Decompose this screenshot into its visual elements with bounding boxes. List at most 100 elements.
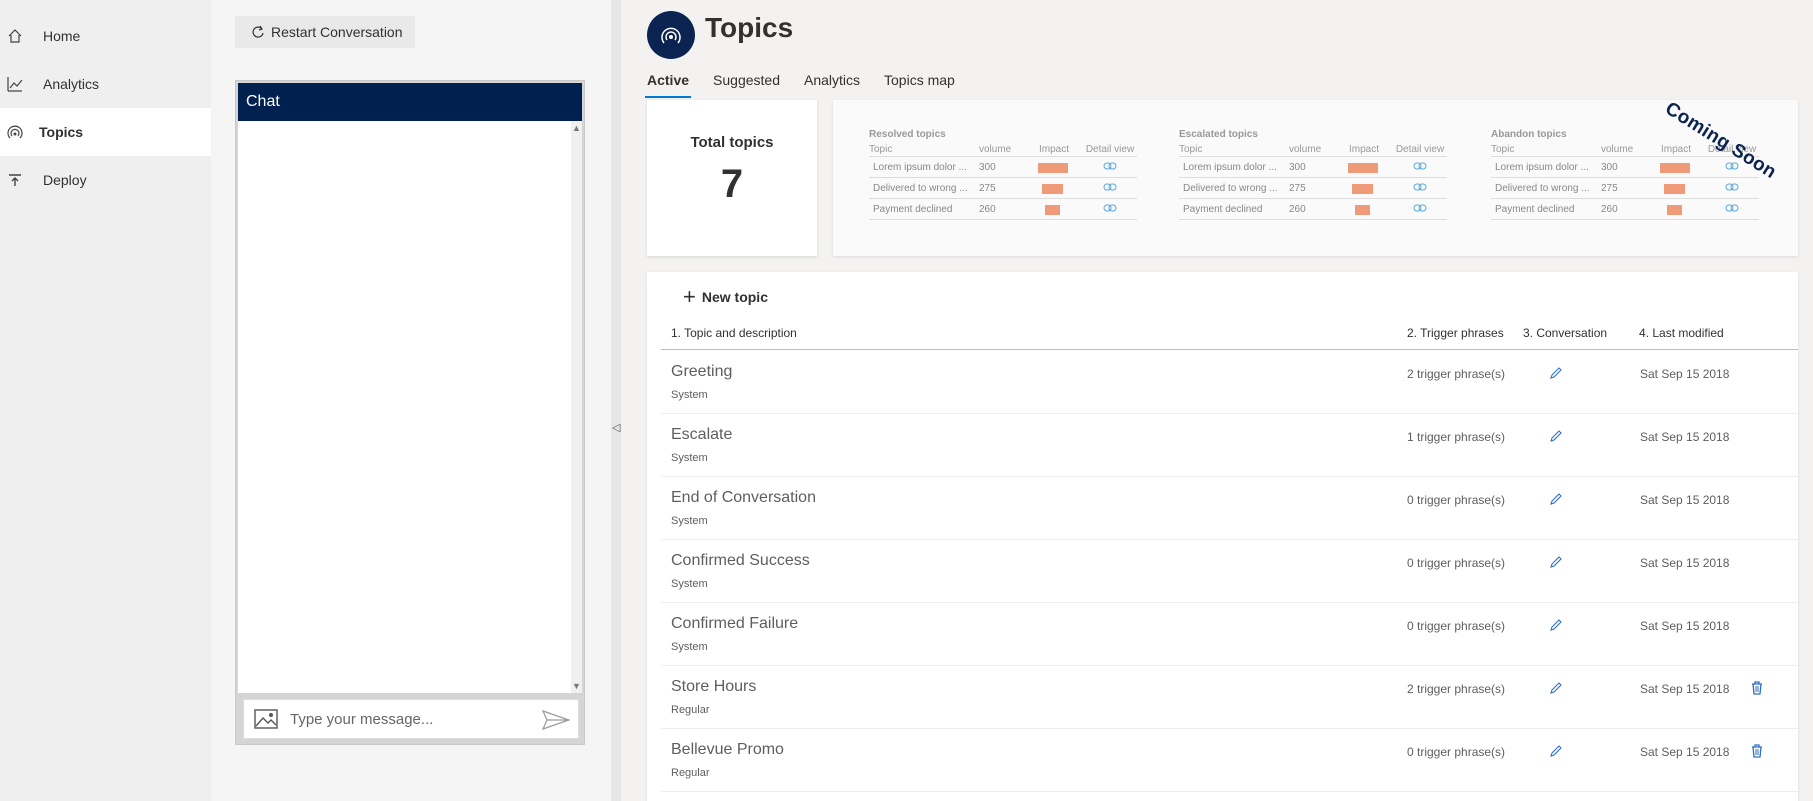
topic-name[interactable]: End of Conversation bbox=[671, 489, 816, 507]
topic-name[interactable]: Store Hours bbox=[671, 678, 756, 696]
stat-volume: 300 bbox=[979, 161, 996, 173]
edit-pencil-icon[interactable] bbox=[1549, 618, 1563, 632]
stat-row: Lorem ipsum dolor ... 300 bbox=[869, 157, 1137, 178]
impact-bar bbox=[1038, 163, 1068, 173]
chat-scrollbar[interactable]: ▲ ▼ bbox=[571, 121, 582, 693]
nav-item-home[interactable]: Home bbox=[0, 12, 211, 60]
trigger-phrases[interactable]: 0 trigger phrase(s) bbox=[1407, 556, 1505, 570]
new-topic-button[interactable]: + New topic bbox=[683, 286, 768, 308]
trigger-phrases[interactable]: 1 trigger phrase(s) bbox=[1407, 430, 1505, 444]
collapse-left-icon[interactable]: ◁ bbox=[612, 421, 620, 434]
trigger-phrases[interactable]: 2 trigger phrase(s) bbox=[1407, 367, 1505, 381]
tab-analytics[interactable]: Analytics bbox=[804, 68, 860, 98]
detail-view-link[interactable] bbox=[1393, 162, 1447, 173]
stat-volume: 260 bbox=[1289, 203, 1306, 215]
delete-trash-icon[interactable] bbox=[1751, 744, 1763, 758]
stat-block: Resolved topics Topic volume Impact Detail v… bbox=[869, 129, 1137, 220]
restart-conversation-button[interactable]: Restart Conversation bbox=[235, 16, 415, 48]
stat-block-title: Escalated topics bbox=[1179, 129, 1258, 140]
tab-suggested[interactable]: Suggested bbox=[713, 68, 780, 98]
topic-stats-card: Resolved topics Topic volume Impact Detail v… bbox=[833, 100, 1798, 256]
stat-row: Lorem ipsum dolor ... 300 bbox=[1179, 157, 1447, 178]
chat-window: Chat ▲ ▼ bbox=[235, 80, 585, 745]
stat-col-topic: Topic bbox=[1179, 144, 1203, 155]
detail-view-link[interactable] bbox=[1083, 204, 1137, 215]
edit-pencil-icon[interactable] bbox=[1549, 429, 1563, 443]
analytics-icon bbox=[6, 75, 24, 93]
impact-bar bbox=[1660, 163, 1690, 173]
edit-pencil-icon[interactable] bbox=[1549, 681, 1563, 695]
stat-topic: Lorem ipsum dolor ... bbox=[1183, 161, 1277, 173]
nav-item-topics[interactable]: Topics bbox=[0, 108, 211, 156]
detail-view-link[interactable] bbox=[1083, 162, 1137, 173]
detail-view-link[interactable] bbox=[1393, 204, 1447, 215]
nav-item-deploy[interactable]: Deploy bbox=[0, 156, 211, 204]
link-icon bbox=[1103, 162, 1117, 169]
nav-item-label: Analytics bbox=[43, 76, 100, 92]
link-icon bbox=[1413, 162, 1427, 169]
stat-impact bbox=[1333, 157, 1393, 177]
last-modified: Sat Sep 15 2018 bbox=[1640, 367, 1730, 381]
stat-topic: Payment declined bbox=[1495, 203, 1575, 215]
chat-message-input[interactable] bbox=[290, 706, 530, 732]
stat-col-volume: volume bbox=[1289, 144, 1322, 155]
edit-pencil-icon[interactable] bbox=[1549, 366, 1563, 380]
topic-name[interactable]: Bellevue Promo bbox=[671, 741, 784, 759]
impact-bar bbox=[1348, 163, 1378, 173]
topic-type: System bbox=[671, 452, 708, 464]
trigger-phrases[interactable]: 2 trigger phrase(s) bbox=[1407, 682, 1505, 696]
detail-view-link[interactable] bbox=[1705, 204, 1759, 215]
image-upload-icon[interactable] bbox=[254, 709, 278, 729]
table-row[interactable]: Confirmed Failure System 0 trigger phrase(… bbox=[661, 603, 1798, 666]
topic-type: System bbox=[671, 389, 708, 401]
detail-view-link[interactable] bbox=[1705, 183, 1759, 194]
scroll-down-icon[interactable]: ▼ bbox=[571, 679, 582, 693]
edit-pencil-icon[interactable] bbox=[1549, 744, 1563, 758]
table-row[interactable]: Escalate System 1 trigger phrase(s) Sat Sep… bbox=[661, 414, 1798, 477]
chat-pane: Restart Conversation Chat ▲ ▼ bbox=[211, 0, 611, 801]
table-row[interactable]: Store Hours Regular 2 trigger phrase(s) Sat… bbox=[661, 666, 1798, 729]
stat-volume: 260 bbox=[1601, 203, 1618, 215]
delete-trash-icon[interactable] bbox=[1751, 681, 1763, 695]
trigger-phrases[interactable]: 0 trigger phrase(s) bbox=[1407, 619, 1505, 633]
table-row[interactable]: Greeting System 2 trigger phrase(s) Sat Sep… bbox=[661, 351, 1798, 414]
deploy-icon bbox=[6, 171, 24, 189]
trigger-phrases[interactable]: 0 trigger phrase(s) bbox=[1407, 745, 1505, 759]
tab-active[interactable]: Active bbox=[644, 68, 692, 98]
stat-impact bbox=[1645, 178, 1705, 198]
impact-bar bbox=[1355, 205, 1370, 215]
table-row[interactable]: Bellevue Promo Regular 0 trigger phrase(s)… bbox=[661, 729, 1798, 792]
topic-name[interactable]: Confirmed Success bbox=[671, 552, 810, 570]
header-divider bbox=[661, 349, 1798, 350]
table-row[interactable]: Confirmed Success System 0 trigger phrase(… bbox=[661, 540, 1798, 603]
total-topics-value: 7 bbox=[720, 162, 744, 206]
stat-volume: 300 bbox=[1601, 161, 1618, 173]
topic-name[interactable]: Escalate bbox=[671, 426, 732, 444]
stat-topic: Payment declined bbox=[1183, 203, 1263, 215]
topic-type: Regular bbox=[671, 767, 710, 779]
edit-pencil-icon[interactable] bbox=[1549, 492, 1563, 506]
topic-name[interactable]: Confirmed Failure bbox=[671, 615, 798, 633]
stat-table-header: Topic volume Impact Detail view bbox=[869, 144, 1137, 157]
trigger-phrases[interactable]: 0 trigger phrase(s) bbox=[1407, 493, 1505, 507]
edit-pencil-icon[interactable] bbox=[1549, 555, 1563, 569]
pane-splitter[interactable]: ◁ bbox=[611, 0, 621, 801]
send-icon[interactable] bbox=[541, 709, 571, 731]
chat-transcript[interactable] bbox=[238, 121, 571, 693]
last-modified: Sat Sep 15 2018 bbox=[1640, 493, 1730, 507]
detail-view-link[interactable] bbox=[1393, 183, 1447, 194]
topic-type: System bbox=[671, 641, 708, 653]
link-icon bbox=[1103, 183, 1117, 190]
stat-impact bbox=[1645, 199, 1705, 219]
detail-view-link[interactable] bbox=[1083, 183, 1137, 194]
tab-topics-map[interactable]: Topics map bbox=[884, 68, 955, 98]
table-row[interactable]: End of Conversation System 0 trigger phras… bbox=[661, 477, 1798, 540]
stat-table-header: Topic volume Impact Detail view bbox=[1179, 144, 1447, 157]
stat-volume: 275 bbox=[1289, 182, 1306, 194]
topic-name[interactable]: Greeting bbox=[671, 363, 732, 381]
nav-item-analytics[interactable]: Analytics bbox=[0, 60, 211, 108]
last-modified: Sat Sep 15 2018 bbox=[1640, 556, 1730, 570]
link-icon bbox=[1413, 204, 1427, 211]
scroll-up-icon[interactable]: ▲ bbox=[571, 121, 582, 135]
stat-row: Delivered to wrong ... 275 bbox=[1179, 178, 1447, 199]
